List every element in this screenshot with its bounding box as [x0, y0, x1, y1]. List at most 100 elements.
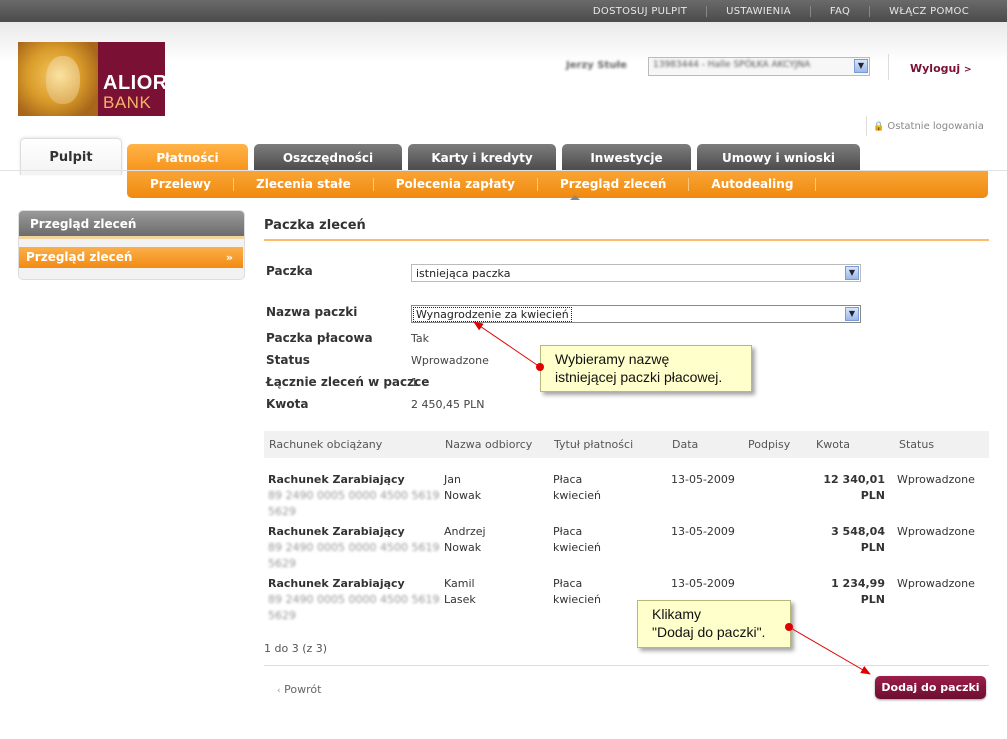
subnav-przelewy[interactable]: Przelewy — [127, 178, 234, 191]
tab-karty-i-kredyty[interactable]: Karty i kredyty — [408, 144, 556, 171]
row-title-line2: kwiecień — [553, 541, 602, 554]
subnav-przeglad-zlecen[interactable]: Przegląd zleceń — [538, 178, 690, 191]
account-select[interactable]: 13983444 - Halle SPÓŁKA AKCYJNA ▼ — [648, 57, 870, 76]
row-date: 13-05-2009 — [671, 525, 735, 538]
logo-text-alior: ALIOR — [103, 72, 165, 94]
row-date: 13-05-2009 — [671, 577, 735, 590]
row-amount: 12 340,01 — [823, 473, 885, 486]
paczka-select-value: istniejąca paczka — [416, 267, 511, 280]
divider — [264, 239, 989, 241]
lock-icon: 🔒 — [873, 122, 885, 132]
tab-inwestycje[interactable]: Inwestycje — [562, 144, 691, 171]
sub-navigation: Przelewy Zlecenia stałe Polecenia zapłat… — [127, 171, 988, 198]
row-title-line1: Płaca — [553, 473, 583, 486]
nazwa-paczki-select-value: Wynagrodzenie za kwiecień — [413, 307, 572, 322]
paczka-placowa-value: Tak — [411, 332, 430, 345]
subnav-zlecenia-stale[interactable]: Zlecenia stałe — [234, 178, 374, 191]
enable-help-link[interactable]: WŁĄCZ POMOC — [870, 6, 987, 17]
row-recipient-last: Lasek — [444, 593, 476, 606]
chevron-left-icon: ‹ — [277, 686, 281, 696]
back-link[interactable]: ‹ Powrót — [277, 683, 321, 696]
logout-label: Wyloguj — [910, 62, 961, 75]
faq-link[interactable]: FAQ — [811, 5, 871, 17]
chevron-down-icon[interactable]: ▼ — [845, 307, 859, 321]
row-recipient-first: Andrzej — [444, 525, 486, 538]
row-recipient-last: Nowak — [444, 541, 482, 554]
chevron-down-icon[interactable]: ▼ — [854, 59, 868, 73]
paczka-select[interactable]: istniejąca paczka ▼ — [411, 264, 861, 282]
sidebar-header: Przegląd zleceń — [19, 211, 244, 239]
row-amount: 3 548,04 — [831, 525, 885, 538]
row-amount: 1 234,99 — [831, 577, 885, 590]
row-currency: PLN — [860, 489, 885, 502]
row-date: 13-05-2009 — [671, 473, 735, 486]
callout-line: istniejącej paczki płacowej. — [555, 369, 723, 385]
row-account-name: Rachunek Zarabiający — [268, 525, 405, 538]
tab-platnosci[interactable]: Płatności — [127, 144, 248, 171]
top-links: DOSTOSUJ PULPIT USTAWIENIA FAQ WŁĄCZ POM… — [574, 0, 987, 22]
row-currency: PLN — [860, 593, 885, 606]
divider — [888, 54, 889, 80]
column-header[interactable]: Status — [899, 438, 934, 451]
tab-oszczednosci[interactable]: Oszczędności — [254, 144, 402, 171]
row-account-number-end: 5629 — [268, 505, 296, 518]
subnav-autodealing[interactable]: Autodealing — [689, 178, 817, 191]
nazwa-paczki-label: Nazwa paczki — [266, 305, 358, 319]
row-currency: PLN — [860, 541, 885, 554]
row-account-name: Rachunek Zarabiający — [268, 473, 405, 486]
row-account-number: 89 2490 0005 0000 4500 5619 — [268, 489, 440, 502]
main-tabs: Pulpit Płatności Oszczędności Karty i kr… — [0, 136, 1007, 175]
paczka-label: Paczka — [266, 264, 313, 278]
arrow-to-add-button — [785, 623, 871, 675]
customize-desktop-link[interactable]: DOSTOSUJ PULPIT — [574, 5, 708, 17]
column-header[interactable]: Rachunek obciążany — [269, 438, 382, 451]
tutorial-callout: Klikamy "Dodaj do paczki". — [637, 600, 791, 648]
chevron-down-icon[interactable]: ▼ — [845, 266, 859, 280]
pagination-info: 1 do 3 (z 3) — [264, 642, 328, 655]
subnav-polecenia-zaplaty[interactable]: Polecenia zapłaty — [374, 178, 538, 191]
tab-umowy-i-wnioski[interactable]: Umowy i wnioski — [697, 144, 860, 171]
column-header: Podpisy — [748, 438, 791, 451]
user-name: Jerzy Stułe — [566, 60, 627, 71]
paczka-placowa-label: Paczka płacowa — [266, 331, 373, 345]
lacznie-zlecen-label: Łącznie zleceń w paczce — [266, 375, 430, 389]
logout-link[interactable]: Wyloguj > — [910, 62, 972, 75]
row-account-number: 89 2490 0005 0000 4500 5619 — [268, 541, 440, 554]
callout-line: Klikamy — [652, 606, 702, 622]
row-status: Wprowadzone — [897, 473, 975, 486]
last-login-link[interactable]: 🔒 Ostatnie logowania — [873, 121, 984, 132]
kwota-value: 2 450,45 PLN — [411, 398, 485, 411]
row-title-line2: kwiecień — [553, 593, 602, 606]
row-status: Wprowadzone — [897, 577, 975, 590]
top-bar: DOSTOSUJ PULPIT USTAWIENIA FAQ WŁĄCZ POM… — [0, 0, 1007, 22]
add-to-package-button[interactable]: Dodaj do paczki — [875, 676, 986, 699]
sidebar: Przegląd zleceń Przegląd zleceń » — [18, 210, 245, 280]
column-header[interactable]: Nazwa odbiorcy — [445, 438, 532, 451]
row-recipient-first: Jan — [444, 473, 461, 486]
callout-line: Wybieramy nazwę — [555, 351, 670, 367]
account-select-value: 13983444 - Halle SPÓŁKA AKCYJNA — [653, 60, 811, 70]
divider — [264, 665, 989, 666]
column-header[interactable]: Kwota — [816, 438, 850, 451]
logo-text-bank: BANK — [103, 93, 152, 112]
row-account-name: Rachunek Zarabiający — [268, 577, 405, 590]
column-header[interactable]: Data — [672, 438, 698, 451]
row-account-number-end: 5629 — [268, 609, 296, 622]
logo-face-icon — [18, 42, 98, 116]
active-indicator-icon — [570, 195, 580, 200]
sidebar-item-label: Przegląd zleceń — [26, 250, 133, 264]
alior-bank-logo[interactable]: ALIOR BANK — [18, 42, 165, 116]
double-chevron-right-icon: » — [225, 251, 233, 264]
row-recipient-last: Nowak — [444, 489, 482, 502]
row-account-number-end: 5629 — [268, 557, 296, 570]
status-label: Status — [266, 353, 310, 367]
tutorial-callout: Wybieramy nazwę istniejącej paczki płaco… — [540, 345, 752, 392]
row-recipient-first: Kamil — [444, 577, 475, 590]
lacznie-zlecen-value: 1 — [411, 376, 418, 389]
column-header[interactable]: Tytuł płatności — [554, 438, 633, 451]
row-status: Wprowadzone — [897, 525, 975, 538]
nazwa-paczki-select[interactable]: Wynagrodzenie za kwiecień ▼ — [411, 305, 861, 323]
row-account-number: 89 2490 0005 0000 4500 5619 — [268, 593, 440, 606]
settings-link[interactable]: USTAWIENIA — [707, 5, 811, 17]
sidebar-item-przeglad-zlecen[interactable]: Przegląd zleceń » — [19, 247, 243, 268]
